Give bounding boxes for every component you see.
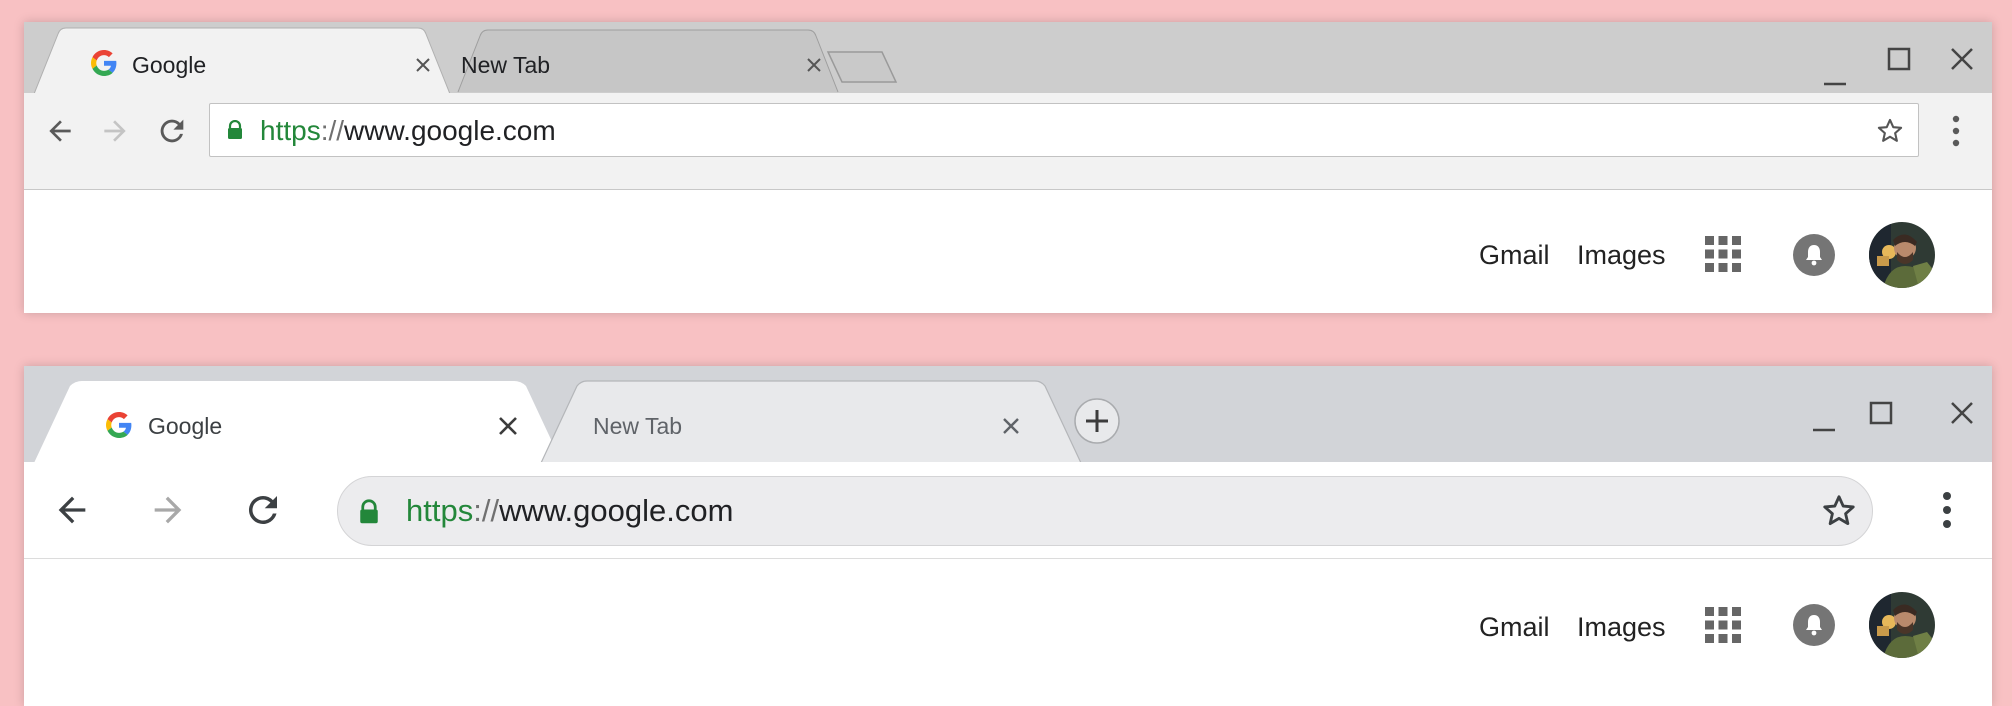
toolbar: https://www.google.com <box>24 93 1992 190</box>
page-content: Gmail Images <box>24 190 1992 313</box>
url-text: https://www.google.com <box>406 493 733 529</box>
tab-google[interactable]: Google <box>34 366 564 463</box>
omnibox[interactable]: https://www.google.com <box>337 476 1873 546</box>
url-separator: :// <box>320 115 345 146</box>
back-arrow-icon[interactable] <box>44 115 76 147</box>
close-tab-icon[interactable] <box>498 416 518 436</box>
url-scheme: https <box>260 115 321 146</box>
forward-arrow-icon[interactable] <box>99 115 131 147</box>
tab-strip: Google New Tab <box>24 366 1992 463</box>
maximize-icon[interactable] <box>1868 400 1894 426</box>
more-menu-icon[interactable] <box>1951 114 1961 148</box>
reload-icon[interactable] <box>155 114 189 148</box>
minimize-icon[interactable] <box>1811 410 1837 436</box>
maximize-icon[interactable] <box>1886 46 1912 72</box>
url-host: www.google.com <box>499 493 734 528</box>
tab-title: Google <box>132 52 207 78</box>
new-tab-button[interactable] <box>826 50 898 84</box>
tab-title: New Tab <box>461 52 551 78</box>
omnibox[interactable]: https://www.google.com <box>209 103 1919 157</box>
apps-grid-icon[interactable] <box>1705 607 1741 643</box>
close-window-icon[interactable] <box>1949 46 1975 72</box>
toolbar: https://www.google.com <box>24 462 1992 559</box>
avatar[interactable] <box>1869 222 1935 288</box>
reload-icon[interactable] <box>242 489 284 531</box>
close-tab-icon[interactable] <box>415 57 431 73</box>
tab-strip: Google New Tab <box>24 22 1992 94</box>
browser-window-old: Google New Tab https://www.google.com Gm… <box>24 22 1992 313</box>
lock-icon <box>228 120 242 139</box>
tab-new-tab[interactable]: New Tab <box>539 366 1084 463</box>
url-scheme: https <box>406 493 474 528</box>
gmail-link[interactable]: Gmail <box>1479 240 1550 271</box>
forward-arrow-icon[interactable] <box>148 490 188 530</box>
close-tab-icon[interactable] <box>1002 417 1020 435</box>
google-g-icon <box>91 50 117 76</box>
lock-icon <box>360 499 378 524</box>
browser-window-new: Google New Tab https://www.google.com Gm… <box>24 366 1992 706</box>
url-host: www.google.com <box>344 115 556 146</box>
images-link[interactable]: Images <box>1577 612 1666 643</box>
profile-photo <box>1869 222 1935 288</box>
back-arrow-icon[interactable] <box>52 490 92 530</box>
gmail-link[interactable]: Gmail <box>1479 612 1550 643</box>
tab-new-tab[interactable]: New Tab <box>434 22 864 93</box>
close-tab-icon[interactable] <box>806 57 822 73</box>
apps-grid-icon[interactable] <box>1705 236 1741 272</box>
tab-title: Google <box>148 413 223 439</box>
notifications-button[interactable] <box>1793 604 1835 646</box>
bookmark-star-icon[interactable] <box>1876 117 1904 145</box>
notifications-button[interactable] <box>1793 234 1835 276</box>
url-text: https://www.google.com <box>260 115 556 147</box>
google-g-icon <box>106 412 132 438</box>
bookmark-star-icon[interactable] <box>1821 493 1857 529</box>
close-window-icon[interactable] <box>1949 400 1975 426</box>
bell-icon <box>1806 245 1822 266</box>
tab-google[interactable]: Google <box>34 22 459 94</box>
tab-title: New Tab <box>593 413 683 439</box>
minimize-icon[interactable] <box>1822 62 1848 88</box>
avatar[interactable] <box>1869 592 1935 658</box>
bell-icon <box>1806 615 1822 636</box>
new-tab-plus-icon[interactable] <box>1073 397 1121 445</box>
profile-photo <box>1869 592 1935 658</box>
images-link[interactable]: Images <box>1577 240 1666 271</box>
url-separator: :// <box>473 493 500 528</box>
more-menu-icon[interactable] <box>1941 490 1953 530</box>
page-content: Gmail Images <box>24 559 1992 706</box>
